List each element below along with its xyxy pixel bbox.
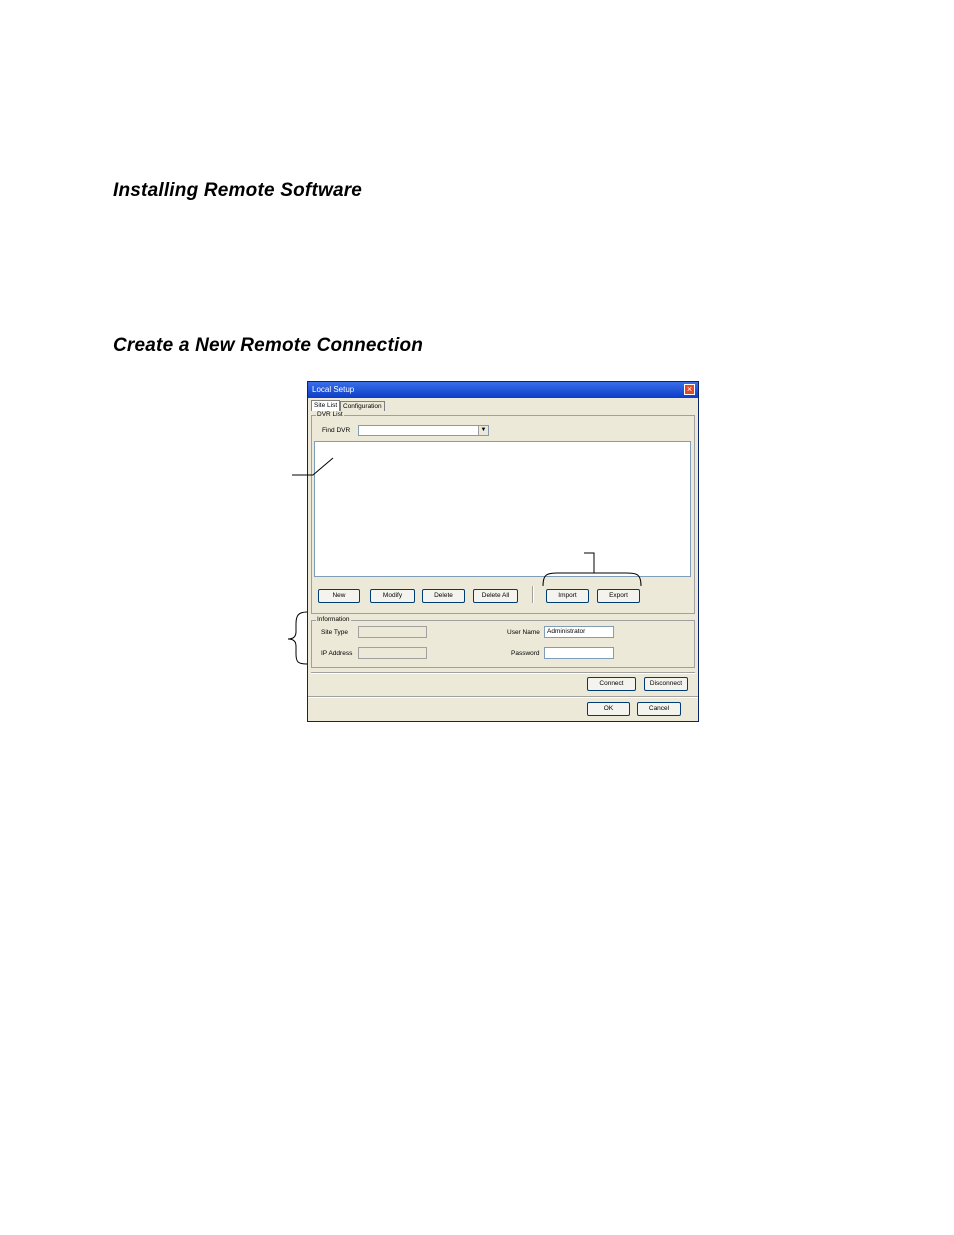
callout-lines	[287, 457, 642, 665]
callout-line-list	[292, 457, 334, 476]
callout-bracket-import-export	[542, 572, 642, 587]
callout-line-import-export	[584, 552, 595, 573]
callout-bracket-information	[287, 611, 308, 665]
